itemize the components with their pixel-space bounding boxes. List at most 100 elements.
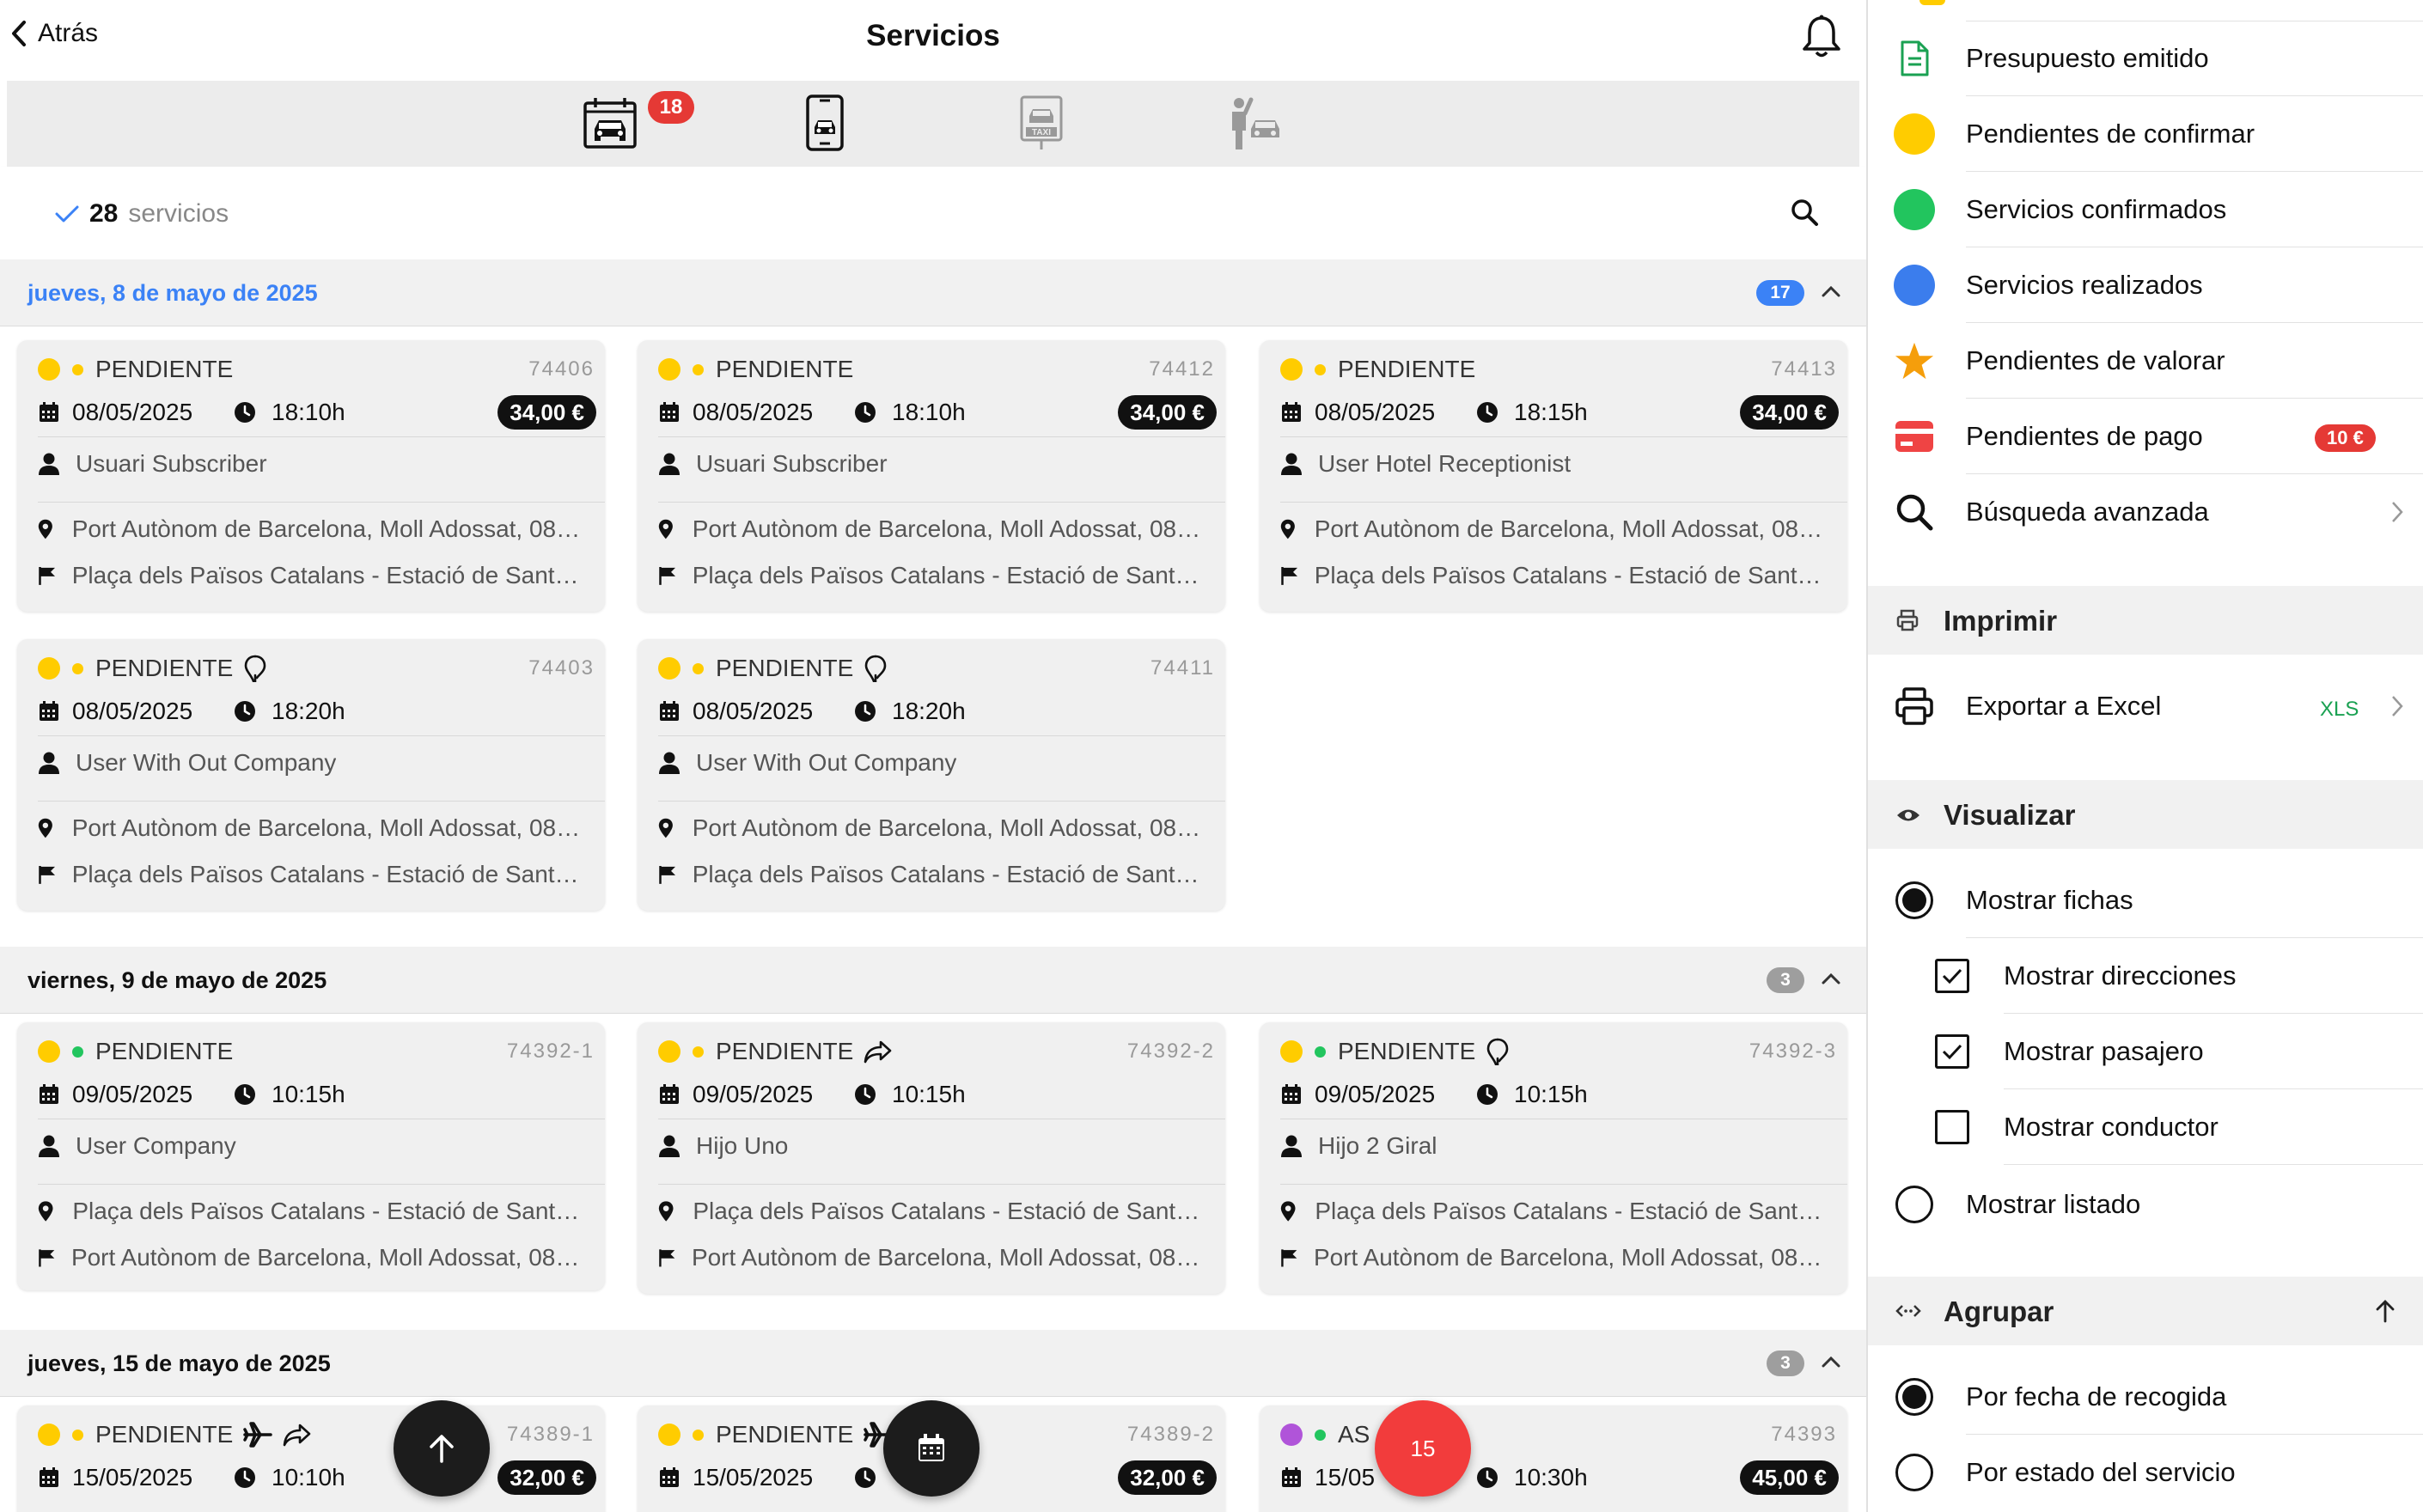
radio-selected[interactable] (1895, 881, 1933, 919)
payment-dot (72, 1046, 83, 1058)
clock-icon (1477, 402, 1498, 423)
group-by-date-label: Por fecha de recogida (1966, 1381, 2227, 1411)
blue-dot-icon (1894, 265, 1935, 306)
card-datetime-row: 08/05/2025 18:20h (38, 694, 586, 729)
filter-label: Servicios confirmados (1966, 194, 2227, 224)
chevron-right-icon (2392, 696, 2403, 716)
chevron-up-icon[interactable] (1822, 1356, 1840, 1368)
checkbox-show-passenger[interactable]: Mostrar pasajero (1868, 1014, 2423, 1089)
checkbox-show-driver[interactable]: Mostrar conductor (1868, 1089, 2423, 1165)
service-card[interactable]: PENDIENTE 74392-1 09/05/2025 10:15h User Com… (17, 1022, 605, 1290)
service-id: 74411 (1150, 656, 1215, 680)
calendar-icon (1282, 402, 1301, 422)
card-destination-row: Plaça dels Països Catalans - Estació de … (38, 854, 586, 895)
pending-count-button[interactable]: 15 (1375, 1400, 1471, 1497)
passenger-name: User With Out Company (696, 749, 957, 776)
notifications-button[interactable] (1800, 14, 1843, 60)
scroll-top-button[interactable] (394, 1400, 490, 1497)
radio-show-list[interactable]: Mostrar listado (1868, 1167, 2423, 1242)
checkbox-checked[interactable] (1935, 1034, 1969, 1069)
filter-star[interactable]: Pendientes de valorar (1868, 323, 2423, 399)
radio-group-by-status[interactable]: Por estado del servicio (1868, 1435, 2423, 1510)
card-passenger-row: User Company (38, 1127, 586, 1165)
passenger-name: User Company (76, 1132, 236, 1159)
taxi-sign-icon: TAXI (1020, 95, 1063, 149)
checkbox-checked[interactable] (1935, 959, 1969, 993)
print-section-header: Imprimir (1868, 586, 2423, 655)
chevron-up-icon[interactable] (1822, 972, 1840, 985)
xls-tag: XLS (2320, 698, 2359, 721)
passenger-name: Usuari Subscriber (76, 450, 267, 477)
service-card[interactable]: PENDIENTE 74403 08/05/2025 18:20h User With … (17, 639, 605, 911)
tab-street-hail[interactable] (1225, 94, 1282, 151)
checkbox-show-addresses[interactable]: Mostrar direcciones (1868, 938, 2423, 1014)
group-date-title: jueves, 8 de mayo de 2025 (27, 280, 318, 306)
radio-group-by-date[interactable]: Por fecha de recogida (1868, 1359, 2423, 1435)
location-pin-icon (658, 818, 673, 838)
card-destination-row: Port Autònom de Barcelona, Moll Adossat,… (658, 1237, 1206, 1278)
person-hailing-taxi-icon (1232, 97, 1279, 149)
service-card[interactable]: PENDIENTE 74411 08/05/2025 18:20h User With … (638, 639, 1225, 911)
card-status-row: PENDIENTE (38, 356, 586, 383)
checkbox-unchecked[interactable] (1935, 1110, 1969, 1144)
clock-icon (235, 1467, 255, 1488)
arrow-up-icon[interactable] (2375, 1299, 2396, 1323)
filter-document[interactable]: Presupuesto emitido (1868, 21, 2423, 96)
user-icon (39, 453, 59, 475)
service-time: 18:15h (1514, 399, 1588, 425)
group-section-header[interactable]: Agrupar (1868, 1277, 2423, 1345)
filter-green-dot[interactable]: Servicios confirmados (1868, 172, 2423, 247)
radio-selected[interactable] (1895, 1378, 1933, 1416)
calendar-button[interactable] (883, 1400, 980, 1497)
print-section-title: Imprimir (1944, 605, 2058, 637)
radio-unselected[interactable] (1895, 1454, 1933, 1491)
tab-taxi-stand[interactable]: TAXI (1019, 94, 1064, 151)
service-card[interactable]: PENDIENTE 74406 08/05/2025 18:10h 34,00 € Usu… (17, 340, 605, 612)
filter-yellow-dot[interactable]: Pendientes de confirmar (1868, 96, 2423, 172)
filter-search[interactable]: Búsqueda avanzada (1868, 474, 2423, 550)
calendar-icon (40, 1084, 58, 1104)
search-icon (1791, 199, 1818, 226)
share-arrow-icon (864, 1040, 892, 1064)
radio-unselected[interactable] (1895, 1186, 1933, 1223)
card-passenger-row: Usuari Subscriber (658, 445, 1206, 483)
chevron-up-icon[interactable] (1822, 285, 1840, 297)
service-card[interactable]: PENDIENTE 74392-3 09/05/2025 10:15h Hijo 2 G… (1260, 1022, 1847, 1294)
service-card[interactable]: AS 74393 15/05 10:30h 45,00 € (1260, 1405, 1847, 1512)
export-excel-row[interactable]: Exportar a Excel XLS (1868, 668, 2423, 747)
location-pin-icon (658, 519, 673, 540)
service-card[interactable]: PENDIENTE 74412 08/05/2025 18:10h 34,00 € Usu… (638, 340, 1225, 612)
date-group-header[interactable]: viernes, 9 de mayo de 2025 3 (0, 947, 1866, 1014)
credit-card-icon (1894, 416, 1935, 457)
service-card[interactable]: PENDIENTE 74392-2 09/05/2025 10:15h Hijo Uno… (638, 1022, 1225, 1294)
flag-icon (1281, 1249, 1297, 1267)
payment-dot (693, 1046, 704, 1058)
card-status-row: PENDIENTE (38, 1038, 586, 1065)
filter-label: Servicios realizados (1966, 270, 2203, 300)
destination-address: Plaça dels Països Catalans - Estació de … (692, 562, 1206, 588)
tab-scheduled[interactable] (583, 96, 638, 149)
filter-blue-dot[interactable]: Servicios realizados (1868, 247, 2423, 323)
tab-app[interactable] (804, 94, 845, 151)
payment-badge: 10 € (2315, 424, 2376, 452)
card-origin-row: Port Autònom de Barcelona, Moll Adossat,… (658, 808, 1206, 849)
user-icon (39, 752, 59, 774)
map-pin-outline-icon (1486, 1038, 1509, 1065)
filter-credit-card[interactable]: Pendientes de pago 10 € (1868, 399, 2423, 474)
flag-icon (39, 1249, 55, 1267)
date-group-header[interactable]: jueves, 8 de mayo de 2025 17 (0, 259, 1866, 326)
date-group-header[interactable]: jueves, 15 de mayo de 2025 3 (0, 1330, 1866, 1397)
service-card[interactable]: PENDIENTE 74413 08/05/2025 18:15h 34,00 € Use… (1260, 340, 1847, 612)
flag-icon (659, 566, 676, 585)
card-passenger-row: User With Out Company (38, 744, 586, 782)
card-datetime-row: 09/05/2025 10:15h (1280, 1077, 1828, 1112)
radio-show-cards[interactable]: Mostrar fichas (1868, 863, 2423, 938)
service-time: 18:10h (892, 399, 966, 425)
service-id: 74392-1 (506, 1040, 595, 1063)
expand-horizontal-icon (1895, 1305, 1921, 1317)
card-status-row: PENDIENTE (658, 1038, 1206, 1065)
service-time: 18:10h (272, 399, 345, 425)
payment-dot (1315, 363, 1326, 375)
search-button[interactable] (1790, 198, 1819, 227)
service-card[interactable]: PENDIENTE 74389-1 15/05/2025 10:10h 32,00 € (17, 1405, 605, 1512)
